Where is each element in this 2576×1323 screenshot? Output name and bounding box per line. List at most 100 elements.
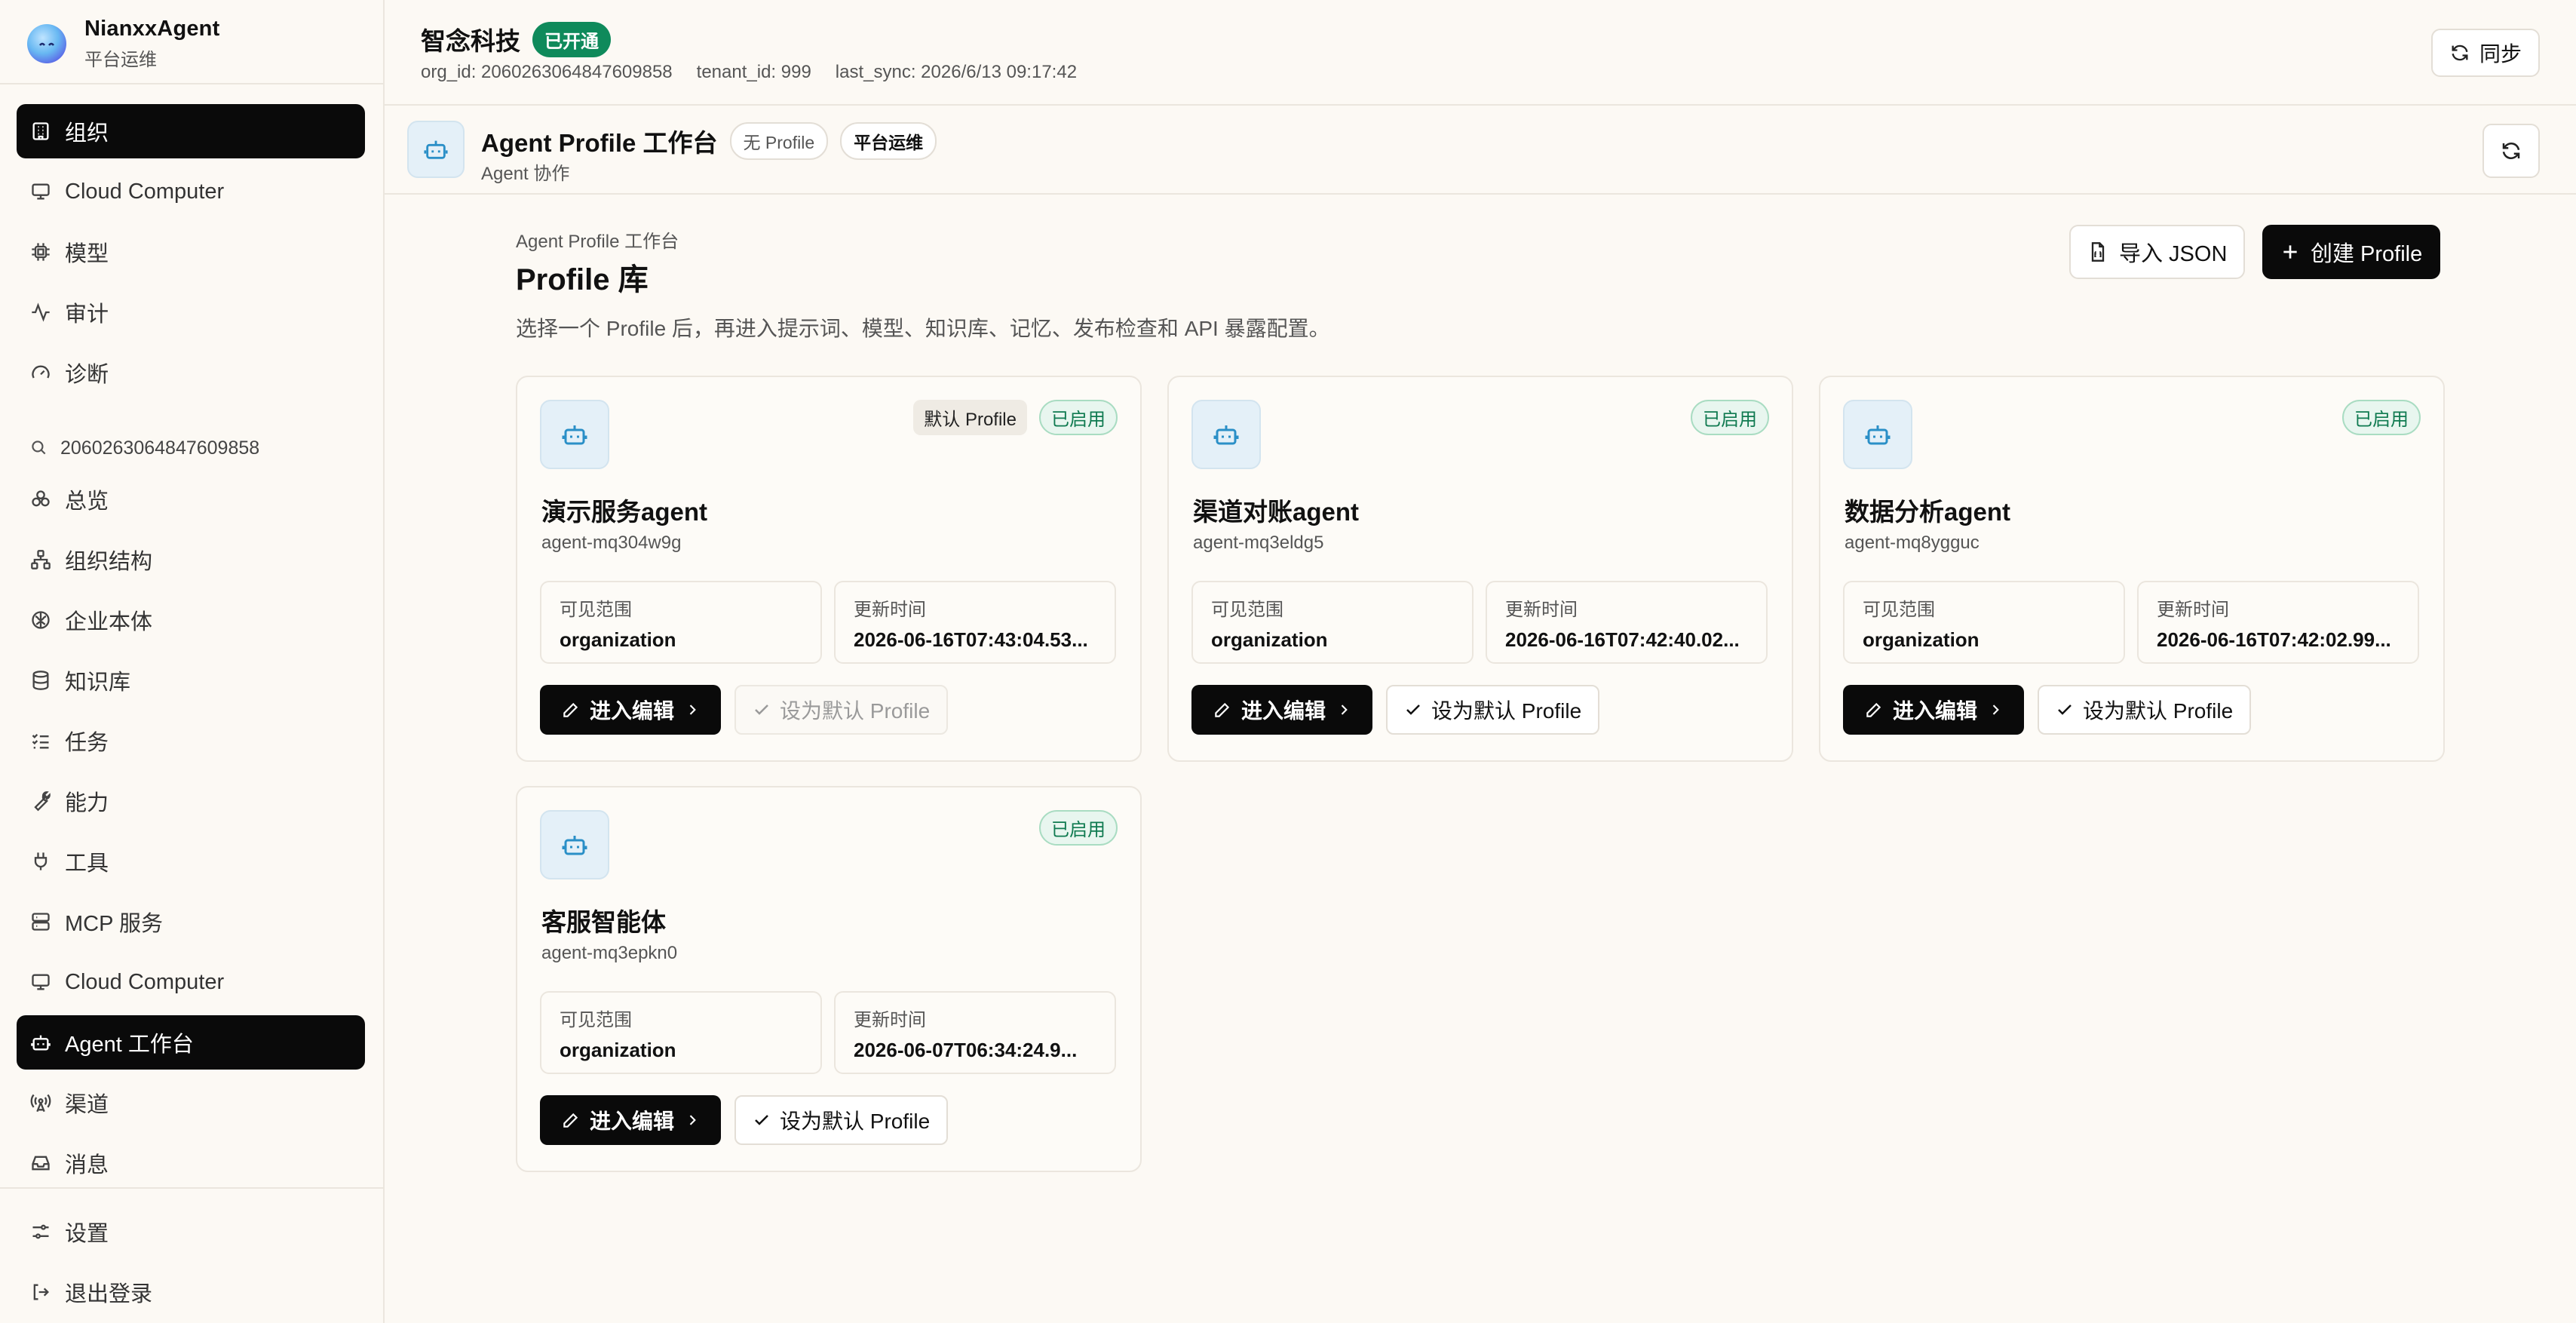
plus-icon bbox=[2280, 242, 2300, 262]
brand[interactable]: NianxxAgent 平台运维 bbox=[27, 17, 219, 71]
check-icon bbox=[753, 1111, 771, 1129]
sliders-icon bbox=[29, 1220, 53, 1244]
sidebar-item-tools[interactable]: 工具 bbox=[17, 834, 365, 889]
updated-box: 更新时间 2026-06-16T07:43:04.53... bbox=[834, 581, 1116, 664]
role-chip: 平台运维 bbox=[840, 122, 937, 160]
pencil-icon bbox=[1864, 700, 1884, 720]
updated-value: 2026-06-16T07:42:40.02... bbox=[1505, 628, 1740, 651]
profile-name: 客服智能体 bbox=[541, 908, 666, 936]
divider bbox=[0, 1187, 383, 1189]
sidebar-item-capabilities[interactable]: 能力 bbox=[17, 774, 365, 828]
set-default-button[interactable]: 设为默认 Profile bbox=[734, 1095, 949, 1145]
sidebar-item-label: 退出登录 bbox=[65, 1282, 153, 1306]
create-profile-label: 创建 Profile bbox=[2311, 242, 2423, 266]
visibility-label: 可见范围 bbox=[1863, 600, 1935, 620]
sidebar-item-label: 组织 bbox=[65, 121, 109, 146]
set-default-label: 设为默认 Profile bbox=[2083, 699, 2234, 723]
page-description: 选择一个 Profile 后，再进入提示词、模型、知识库、记忆、发布检查和 AP… bbox=[516, 317, 1330, 340]
brand-subtitle: 平台运维 bbox=[84, 50, 157, 70]
enabled-badge: 已启用 bbox=[1039, 810, 1118, 846]
bot-icon bbox=[540, 400, 609, 469]
visibility-label: 可见范围 bbox=[560, 1010, 632, 1030]
org-search-value: 2060263064847609858 bbox=[60, 437, 260, 459]
org-search[interactable]: 2060263064847609858 bbox=[29, 433, 259, 463]
org-id: org_id: 2060263064847609858 bbox=[421, 62, 673, 82]
sidebar-item-cloud-computer[interactable]: Cloud Computer bbox=[17, 164, 365, 219]
sidebar-item-label: 模型 bbox=[65, 242, 109, 266]
profile-name: 渠道对账agent bbox=[1193, 498, 1360, 526]
sidebar-item-agent-workbench[interactable]: Agent 工作台 bbox=[17, 1015, 365, 1070]
logout-icon bbox=[29, 1280, 53, 1304]
profile-card[interactable]: 默认 Profile 已启用 演示服务agent agent-mq304w9g … bbox=[516, 376, 1142, 762]
divider bbox=[0, 83, 383, 84]
edit-button[interactable]: 进入编辑 bbox=[540, 1095, 721, 1145]
sidebar-item-audit[interactable]: 审计 bbox=[17, 285, 365, 339]
sidebar-item-channels[interactable]: 渠道 bbox=[17, 1076, 365, 1130]
profile-card[interactable]: 已启用 数据分析agent agent-mq8ygguc 可见范围 organi… bbox=[1819, 376, 2445, 762]
brain-icon bbox=[29, 608, 53, 632]
updated-label: 更新时间 bbox=[2157, 600, 2229, 620]
sidebar-item-org-structure[interactable]: 组织结构 bbox=[17, 533, 365, 587]
sidebar-item-mcp[interactable]: MCP 服务 bbox=[17, 895, 365, 949]
set-default-button[interactable]: 设为默认 Profile bbox=[2038, 685, 2252, 735]
brand-name: NianxxAgent bbox=[84, 17, 220, 41]
tenant-id: tenant_id: 999 bbox=[696, 62, 811, 82]
chevron-right-icon bbox=[1988, 702, 2003, 717]
sidebar-item-tasks[interactable]: 任务 bbox=[17, 714, 365, 768]
org-status-badge: 已开通 bbox=[532, 21, 611, 57]
bot-icon bbox=[540, 810, 609, 879]
set-default-button[interactable]: 设为默认 Profile bbox=[1386, 685, 1600, 735]
chip-icon bbox=[29, 240, 53, 264]
sidebar-item-knowledge[interactable]: 知识库 bbox=[17, 653, 365, 708]
sync-label: 同步 bbox=[2479, 42, 2522, 66]
visibility-box: 可见范围 organization bbox=[540, 991, 822, 1074]
profile-name: 数据分析agent bbox=[1845, 498, 2011, 526]
pencil-icon bbox=[1213, 700, 1232, 720]
sidebar-item-label: Cloud Computer bbox=[65, 969, 225, 994]
workbench-header: Agent Profile 工作台 无 Profile 平台运维 Agent 协… bbox=[385, 106, 2576, 195]
sidebar-item-settings[interactable]: 设置 bbox=[17, 1205, 365, 1259]
tasks-icon bbox=[29, 729, 53, 753]
sidebar-item-ontology[interactable]: 企业本体 bbox=[17, 593, 365, 647]
sync-button[interactable]: 同步 bbox=[2430, 29, 2540, 77]
sidebar-item-label: Cloud Computer bbox=[65, 179, 225, 204]
visibility-value: organization bbox=[560, 1039, 676, 1061]
edit-button[interactable]: 进入编辑 bbox=[540, 685, 721, 735]
bot-icon bbox=[1843, 400, 1912, 469]
updated-label: 更新时间 bbox=[1505, 600, 1578, 620]
sidebar-item-label: 消息 bbox=[65, 1153, 109, 1177]
server-icon bbox=[29, 910, 53, 934]
sidebar-item-diagnostics[interactable]: 诊断 bbox=[17, 345, 365, 400]
import-json-button[interactable]: 导入 JSON bbox=[2069, 225, 2246, 279]
sidebar-item-label: MCP 服务 bbox=[65, 912, 163, 936]
sidebar-item-messages[interactable]: 消息 bbox=[17, 1136, 365, 1190]
sidebar-item-logout[interactable]: 退出登录 bbox=[17, 1265, 365, 1319]
monitor-icon bbox=[29, 180, 53, 204]
page-title: Profile 库 bbox=[516, 263, 649, 296]
edit-button[interactable]: 进入编辑 bbox=[1843, 685, 2024, 735]
profile-id: agent-mq304w9g bbox=[541, 533, 682, 553]
updated-value: 2026-06-16T07:42:02.99... bbox=[2157, 628, 2391, 651]
create-profile-button[interactable]: 创建 Profile bbox=[2262, 225, 2441, 279]
refresh-button[interactable] bbox=[2482, 124, 2540, 178]
workbench-title: Agent Profile 工作台 bbox=[481, 129, 718, 157]
sidebar-item-overview[interactable]: 总览 bbox=[17, 472, 365, 526]
visibility-value: organization bbox=[1863, 628, 1980, 651]
profile-card[interactable]: 已启用 渠道对账agent agent-mq3eldg5 可见范围 organi… bbox=[1167, 376, 1793, 762]
profile-card[interactable]: 已启用 客服智能体 agent-mq3epkn0 可见范围 organizati… bbox=[516, 786, 1142, 1172]
sidebar-item-label: 知识库 bbox=[65, 671, 131, 695]
edit-button[interactable]: 进入编辑 bbox=[1191, 685, 1372, 735]
sidebar-item-label: 渠道 bbox=[65, 1093, 109, 1117]
sidebar-item-models[interactable]: 模型 bbox=[17, 225, 365, 279]
updated-label: 更新时间 bbox=[854, 1010, 926, 1030]
sidebar-item-label: Agent 工作台 bbox=[65, 1033, 194, 1057]
sidebar-item-cloud-computer-org[interactable]: Cloud Computer bbox=[17, 955, 365, 1009]
sidebar-item-org[interactable]: 组织 bbox=[17, 104, 365, 158]
profile-id: agent-mq3eldg5 bbox=[1193, 533, 1324, 553]
visibility-box: 可见范围 organization bbox=[1843, 581, 2125, 664]
visibility-label: 可见范围 bbox=[1211, 600, 1283, 620]
org-header: 智念科技 已开通 org_id: 2060263064847609858 ten… bbox=[385, 0, 2576, 106]
gauge-icon bbox=[29, 361, 53, 385]
chevron-right-icon bbox=[1336, 702, 1351, 717]
set-default-button[interactable]: 设为默认 Profile bbox=[734, 685, 949, 735]
